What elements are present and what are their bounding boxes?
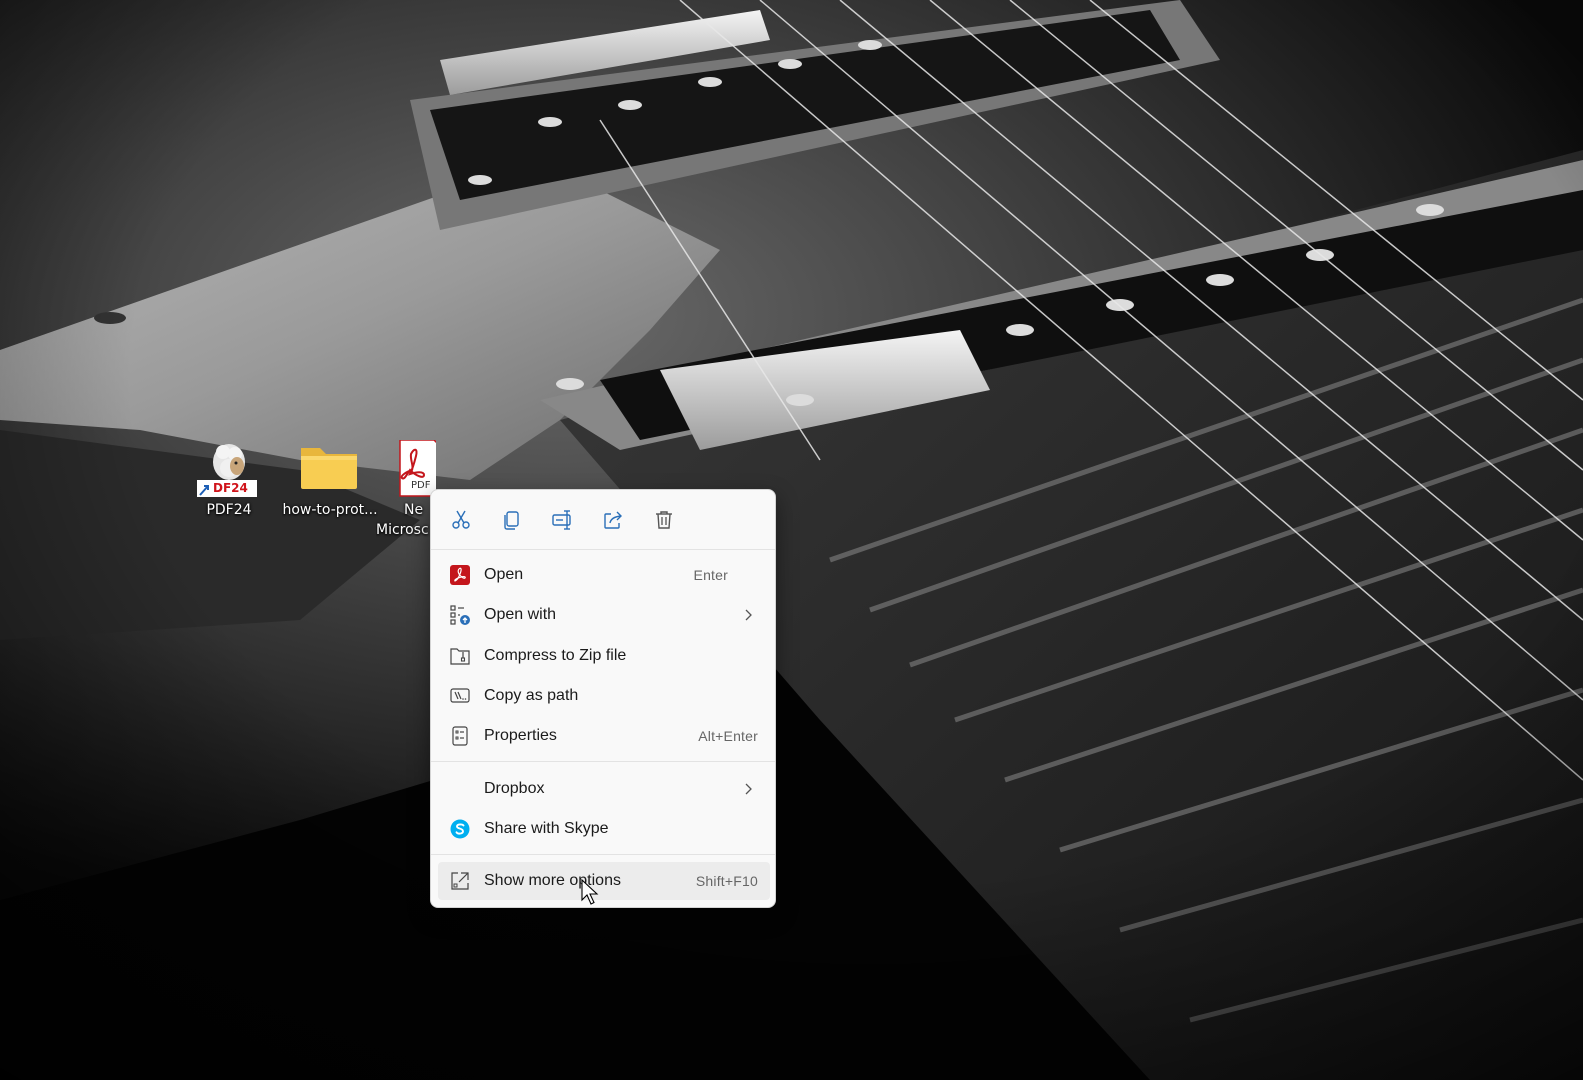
menu-item-shortcut: Shift+F10	[695, 873, 758, 889]
copy-button[interactable]	[496, 504, 528, 536]
menu-item-open-with[interactable]: Open with	[438, 596, 770, 634]
menu-item-label: Open with	[484, 606, 557, 623]
acrobat-icon	[450, 565, 470, 585]
desktop-icon-label-line2: Microsc	[376, 522, 429, 538]
menu-item-label: Share with Skype	[484, 820, 609, 837]
desktop-icon-label: how-to-prot...	[282, 502, 378, 518]
menu-item-shortcut: Enter	[693, 567, 728, 583]
pdf24-badge-text: DF24	[213, 481, 248, 495]
context-menu-toolbar	[431, 490, 775, 550]
copy-path-icon	[450, 688, 470, 703]
menu-item-copy-as-path[interactable]: Copy as path	[438, 677, 770, 715]
desktop[interactable]: DF24 PDF24 how-to-prot... PDF Ne Microsc	[0, 0, 1583, 1080]
pdf-file-tag: PDF	[411, 480, 431, 491]
menu-item-label: Dropbox	[484, 780, 545, 797]
delete-button[interactable]	[648, 504, 680, 536]
menu-item-label: Properties	[484, 727, 557, 744]
desktop-icon-pdf-file[interactable]: PDF Ne Microsc	[376, 440, 436, 540]
desktop-icon-label: Ne	[404, 502, 424, 518]
desktop-icon-pdf24[interactable]: DF24 PDF24	[181, 440, 277, 520]
menu-item-properties[interactable]: Properties Alt+Enter	[438, 717, 770, 755]
wallpaper-guitar-image	[0, 0, 1583, 1080]
menu-item-show-more-options[interactable]: Show more options Shift+F10	[438, 862, 770, 900]
share-icon	[604, 511, 622, 529]
menu-item-compress-zip[interactable]: Compress to Zip file	[438, 637, 770, 675]
share-button[interactable]	[597, 504, 629, 536]
menu-item-label: Compress to Zip file	[484, 647, 627, 664]
scissors-icon	[452, 510, 470, 529]
menu-item-shortcut: Alt+Enter	[698, 728, 758, 744]
chevron-right-icon	[745, 609, 752, 621]
menu-separator	[431, 854, 775, 855]
skype-icon	[450, 819, 470, 839]
desktop-icon-folder[interactable]: how-to-prot...	[282, 440, 378, 520]
menu-item-share-skype[interactable]: Share with Skype	[438, 810, 770, 848]
desktop-icon-label: PDF24	[206, 502, 252, 518]
show-more-icon	[451, 872, 469, 890]
zip-folder-icon	[450, 648, 470, 665]
menu-item-label: Open	[484, 566, 524, 583]
mouse-pointer-icon	[581, 879, 599, 905]
cut-button[interactable]	[445, 504, 477, 536]
trash-icon	[656, 511, 672, 529]
rename-icon	[552, 510, 571, 530]
menu-item-label: Copy as path	[484, 687, 579, 704]
copy-icon	[504, 511, 519, 530]
pdf-file-icon: PDF	[376, 440, 436, 500]
pdf24-sheep-icon: DF24	[181, 440, 277, 500]
open-with-icon	[450, 605, 470, 625]
folder-icon	[282, 440, 378, 500]
context-menu: Open Enter Open with Compress to Zip fil…	[430, 489, 776, 908]
menu-item-dropbox[interactable]: Dropbox	[438, 770, 770, 808]
rename-button[interactable]	[547, 504, 579, 536]
properties-icon	[452, 726, 468, 746]
chevron-right-icon	[745, 783, 752, 795]
menu-separator	[431, 761, 775, 762]
menu-item-open[interactable]: Open Enter	[438, 556, 770, 594]
